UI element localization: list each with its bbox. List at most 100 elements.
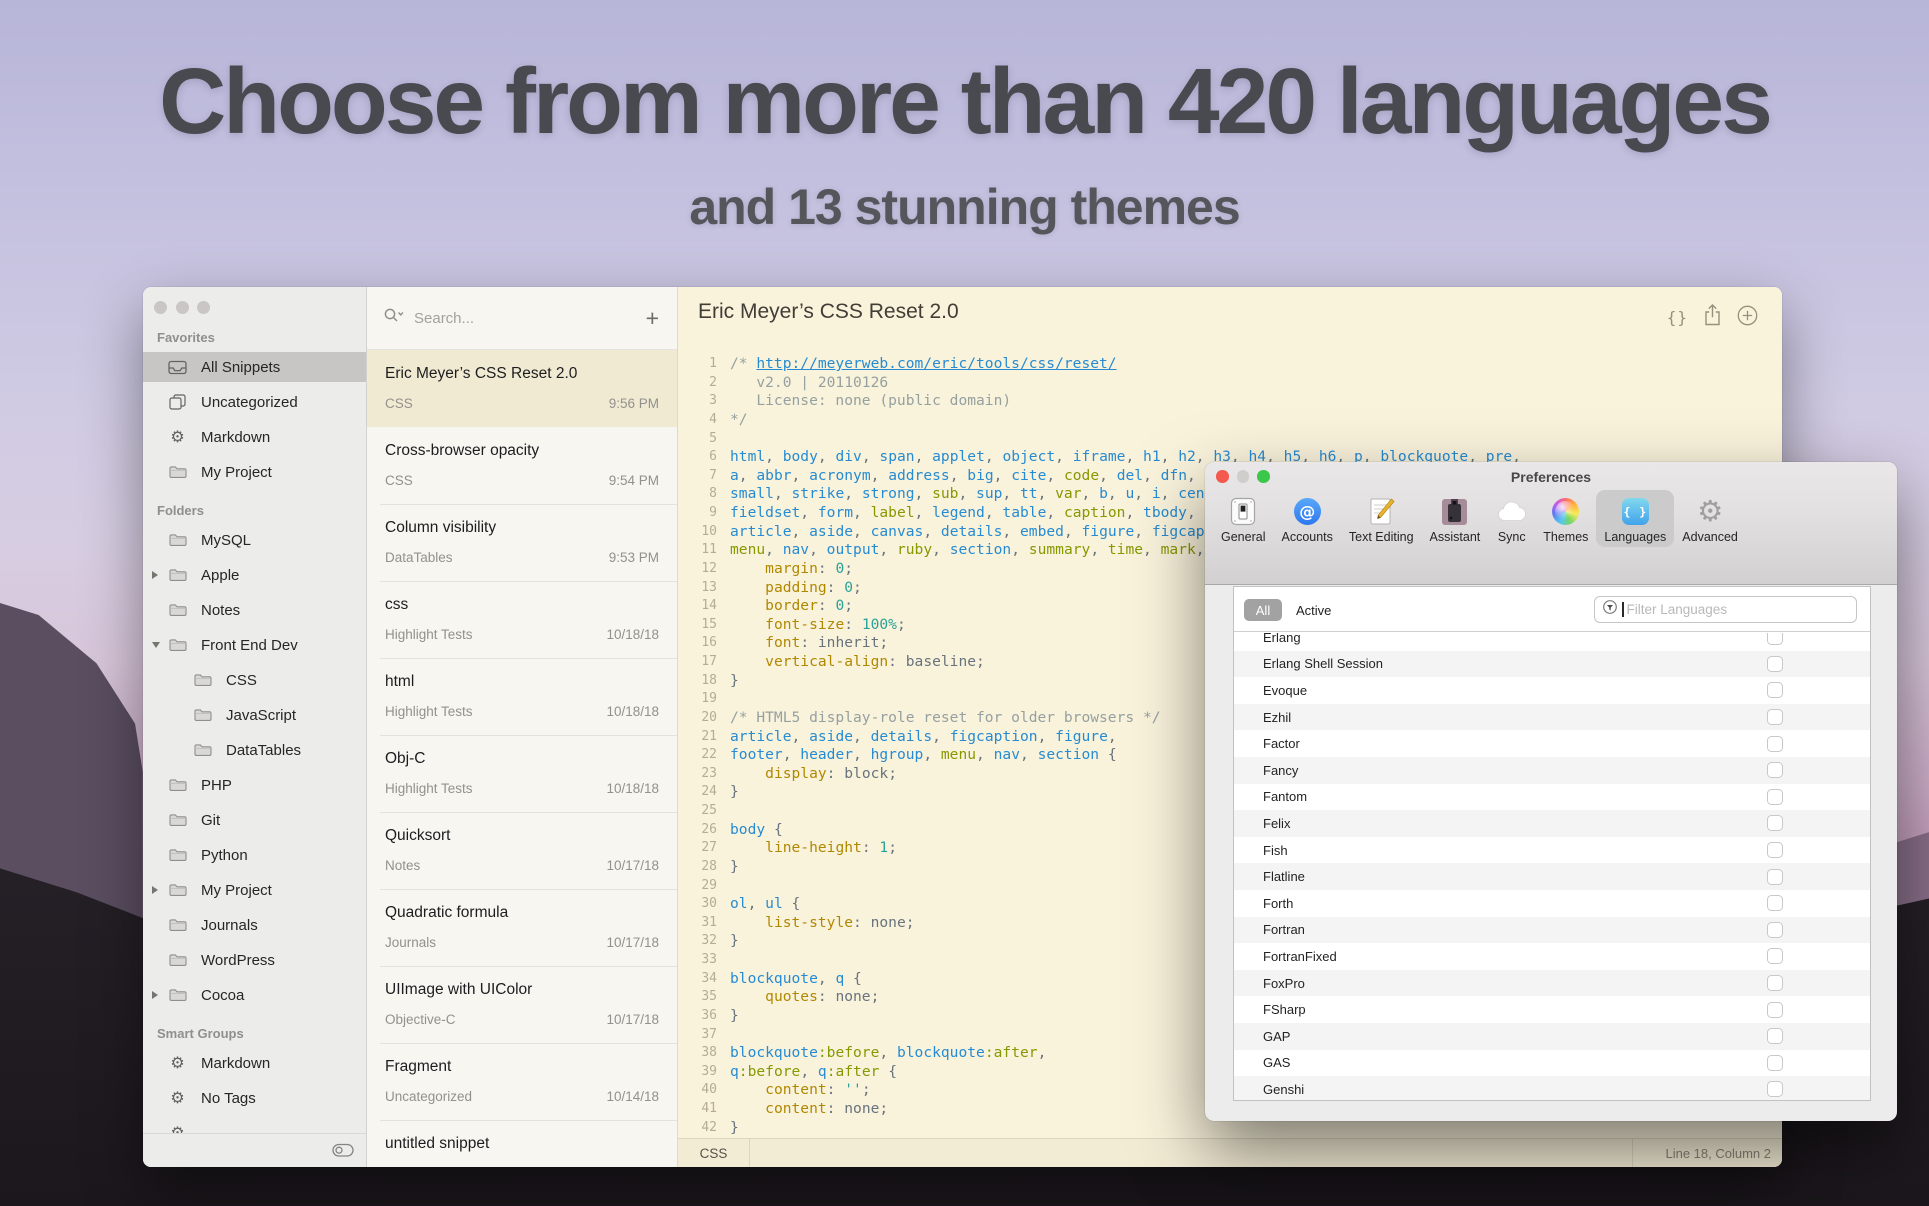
sidebar-item-git[interactable]: Git (143, 805, 366, 835)
language-row-erlang-shell-session[interactable]: Erlang Shell Session (1234, 651, 1870, 678)
language-checkbox[interactable] (1767, 922, 1783, 938)
language-row-fortran[interactable]: Fortran (1234, 917, 1870, 944)
sidebar-toggle-icon[interactable] (332, 1143, 354, 1163)
sidebar-item-cocoa[interactable]: Cocoa (143, 980, 366, 1010)
pref-tab-languages[interactable]: { }Languages (1596, 490, 1674, 547)
language-checkbox[interactable] (1767, 789, 1783, 805)
pref-tab-text-editing[interactable]: Text Editing (1341, 490, 1422, 547)
language-checkbox[interactable] (1767, 1055, 1783, 1071)
snippet-row-untitled-snippet[interactable]: untitled snippet (367, 1120, 677, 1167)
status-language[interactable]: CSS (678, 1139, 750, 1167)
sidebar-item-css[interactable]: CSS (143, 665, 366, 695)
snippet-row-html[interactable]: htmlHighlight Tests10/18/18 (367, 658, 677, 735)
language-row-forth[interactable]: Forth (1234, 890, 1870, 917)
filter-search-field[interactable] (1594, 596, 1857, 623)
pref-tab-accounts[interactable]: @Accounts (1273, 490, 1340, 547)
language-row-fortranfixed[interactable]: FortranFixed (1234, 943, 1870, 970)
language-row-genshi[interactable]: Genshi (1234, 1076, 1870, 1100)
sidebar-item-javascript[interactable]: JavaScript (143, 700, 366, 730)
snippet-row-quicksort[interactable]: QuicksortNotes10/17/18 (367, 812, 677, 889)
chevron-right-icon[interactable] (152, 886, 158, 894)
sidebar-item-all-snippets[interactable]: All Snippets (143, 352, 366, 382)
pref-tab-sync[interactable]: Sync (1488, 490, 1535, 547)
sidebar-item-mysql[interactable]: MySQL (143, 525, 366, 555)
language-row-fantom[interactable]: Fantom (1234, 784, 1870, 811)
language-row-gas[interactable]: GAS (1234, 1050, 1870, 1077)
minimize-button[interactable] (176, 301, 189, 314)
filter-languages-input[interactable] (1625, 601, 1850, 618)
language-checkbox[interactable] (1767, 633, 1783, 645)
language-row-erlang[interactable]: Erlang (1234, 633, 1870, 651)
language-row-ezhil[interactable]: Ezhil (1234, 704, 1870, 731)
language-checkbox[interactable] (1767, 762, 1783, 778)
line-number: 16 (678, 634, 717, 653)
code-text (717, 690, 730, 709)
pref-tab-advanced[interactable]: ⚙Advanced (1674, 490, 1746, 547)
segment-all[interactable]: All (1244, 599, 1282, 621)
braces-icon[interactable]: {} (1667, 308, 1688, 327)
snippet-date: 9:54 PM (609, 473, 659, 488)
language-row-felix[interactable]: Felix (1234, 810, 1870, 837)
sidebar-item-apple[interactable]: Apple (143, 560, 366, 590)
sidebar-item-notes[interactable]: Notes (143, 595, 366, 625)
language-checkbox[interactable] (1767, 815, 1783, 831)
line-number: 9 (678, 504, 717, 523)
language-row-foxpro[interactable]: FoxPro (1234, 970, 1870, 997)
snippet-row-obj-c[interactable]: Obj-CHighlight Tests10/18/18 (367, 735, 677, 812)
sidebar-item-wordpress[interactable]: WordPress (143, 945, 366, 975)
zoom-button[interactable] (197, 301, 210, 314)
sidebar-item-no-tags[interactable]: ⚙No Tags (143, 1083, 366, 1113)
sidebar-item-php[interactable]: PHP (143, 770, 366, 800)
snippet-row-quadratic-formula[interactable]: Quadratic formulaJournals10/17/18 (367, 889, 677, 966)
close-button[interactable] (154, 301, 167, 314)
search-input[interactable] (412, 309, 644, 328)
language-checkbox[interactable] (1767, 736, 1783, 752)
language-checkbox[interactable] (1767, 895, 1783, 911)
pref-tab-themes[interactable]: Themes (1535, 490, 1596, 547)
sidebar-item-journals[interactable]: Journals (143, 910, 366, 940)
sidebar-item-label: Python (201, 847, 248, 864)
pref-tab-general[interactable]: General (1213, 490, 1273, 547)
language-row-fsharp[interactable]: FSharp (1234, 996, 1870, 1023)
language-row-fish[interactable]: Fish (1234, 837, 1870, 864)
snippet-folder: Objective-C (385, 1012, 456, 1027)
chevron-right-icon[interactable] (152, 571, 158, 579)
language-checkbox[interactable] (1767, 1028, 1783, 1044)
snippet-row-eric-meyer-s-css-reset-2-0[interactable]: Eric Meyer’s CSS Reset 2.0CSS9:56 PM (367, 350, 677, 427)
pref-tab-assistant[interactable]: Assistant (1422, 490, 1489, 547)
language-checkbox[interactable] (1767, 1002, 1783, 1018)
snippet-row-column-visibility[interactable]: Column visibilityDataTables9:53 PM (367, 504, 677, 581)
sidebar-item-my-project[interactable]: My Project (143, 875, 366, 905)
share-icon[interactable] (1703, 304, 1722, 331)
chevron-down-icon[interactable] (152, 642, 160, 648)
language-row-flatline[interactable]: Flatline (1234, 863, 1870, 890)
sidebar-item-my-project[interactable]: My Project (143, 457, 366, 487)
sidebar-item-datatables[interactable]: DataTables (143, 735, 366, 765)
language-checkbox[interactable] (1767, 656, 1783, 672)
snippet-row-fragment[interactable]: FragmentUncategorized10/14/18 (367, 1043, 677, 1120)
language-row-evoque[interactable]: Evoque (1234, 677, 1870, 704)
language-checkbox[interactable] (1767, 682, 1783, 698)
language-checkbox[interactable] (1767, 842, 1783, 858)
language-row-factor[interactable]: Factor (1234, 730, 1870, 757)
line-number: 8 (678, 485, 717, 504)
sidebar-item-front-end-dev[interactable]: Front End Dev (143, 630, 366, 660)
add-circle-icon[interactable] (1737, 305, 1758, 331)
chevron-right-icon[interactable] (152, 991, 158, 999)
snippet-row-cross-browser-opacity[interactable]: Cross-browser opacityCSS9:54 PM (367, 427, 677, 504)
snippet-row-uiimage-with-uicolor[interactable]: UIImage with UIColorObjective-C10/17/18 (367, 966, 677, 1043)
sidebar-item-uncategorized[interactable]: Uncategorized (143, 387, 366, 417)
language-row-fancy[interactable]: Fancy (1234, 757, 1870, 784)
language-checkbox[interactable] (1767, 948, 1783, 964)
language-checkbox[interactable] (1767, 709, 1783, 725)
language-checkbox[interactable] (1767, 975, 1783, 991)
add-snippet-button[interactable]: + (644, 307, 661, 330)
segment-active[interactable]: Active (1296, 599, 1331, 621)
sidebar-item-python[interactable]: Python (143, 840, 366, 870)
sidebar-item-markdown[interactable]: ⚙Markdown (143, 1048, 366, 1078)
snippet-row-css[interactable]: cssHighlight Tests10/18/18 (367, 581, 677, 658)
language-row-gap[interactable]: GAP (1234, 1023, 1870, 1050)
language-checkbox[interactable] (1767, 869, 1783, 885)
language-checkbox[interactable] (1767, 1081, 1783, 1097)
sidebar-item-markdown[interactable]: ⚙Markdown (143, 422, 366, 452)
